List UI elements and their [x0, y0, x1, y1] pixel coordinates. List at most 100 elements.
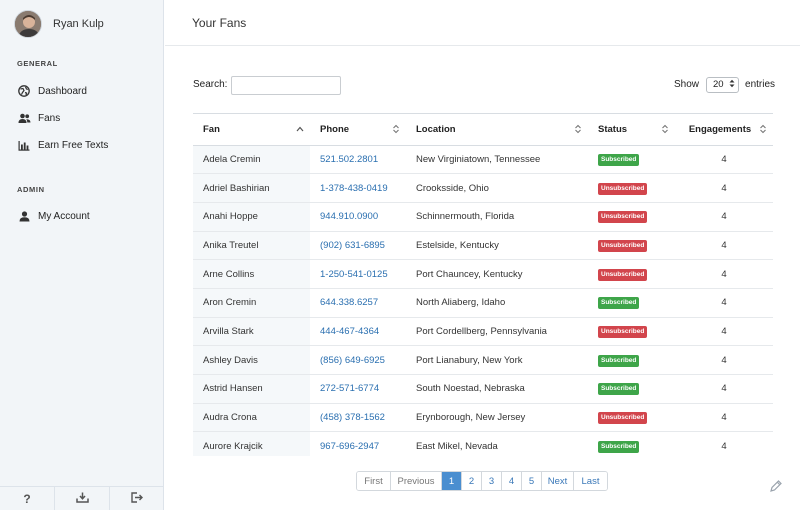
table-row: Arne Collins 1-250-541-0125 Port Chauncey,…	[193, 259, 773, 289]
user-profile[interactable]: Ryan Kulp	[14, 9, 104, 39]
engagements-cell: 4	[675, 231, 773, 261]
phone-link[interactable]: 521.502.2801	[310, 145, 406, 175]
pencil-icon[interactable]	[769, 479, 783, 496]
column-header-fan[interactable]: Fan	[193, 114, 310, 146]
search-input[interactable]	[231, 76, 341, 95]
column-header-phone[interactable]: Phone	[310, 114, 406, 146]
status-cell: Unsubscribed	[588, 259, 675, 289]
download-button[interactable]	[55, 487, 110, 510]
sidebar-item-dashboard[interactable]: Dashboard	[17, 83, 87, 99]
table-row: Aurore Krajcik 967-696-2947 East Mikel, Ne…	[193, 431, 773, 456]
phone-link[interactable]: 444-467-4364	[310, 317, 406, 347]
engagements-cell: 4	[675, 317, 773, 347]
user-name: Ryan Kulp	[53, 18, 104, 30]
column-header-location[interactable]: Location	[406, 114, 588, 146]
fans-table: Fan Phone Location Status Engagements Ad…	[193, 114, 773, 456]
engagements-cell: 4	[675, 288, 773, 318]
status-cell: Subscribed	[588, 374, 675, 404]
phone-link[interactable]: (856) 649-6925	[310, 345, 406, 375]
phone-link[interactable]: (902) 631-6895	[310, 231, 406, 261]
status-badge: Subscribed	[598, 354, 640, 367]
sidebar-item-earn-free-texts[interactable]: Earn Free Texts	[17, 137, 108, 153]
fan-name-cell: Audra Crona	[193, 403, 310, 433]
status-badge: Subscribed	[598, 297, 640, 310]
entries-label: entries	[745, 79, 776, 90]
column-header-label: Location	[416, 123, 456, 135]
status-badge: Subscribed	[598, 153, 640, 166]
engagements-cell: 4	[675, 145, 773, 175]
table-row: Anika Treutel (902) 631-6895 Estelside, Ke…	[193, 231, 773, 261]
fans-table-container: Fan Phone Location Status Engagements Ad…	[193, 113, 773, 456]
logout-icon	[131, 491, 143, 506]
sidebar-item-label: Dashboard	[38, 85, 87, 97]
section-label-admin: ADMIN	[17, 185, 45, 194]
phone-link[interactable]: (458) 378-1562	[310, 403, 406, 433]
column-header-status[interactable]: Status	[588, 114, 675, 146]
column-header-label: Phone	[320, 123, 350, 135]
status-badge: Unsubscribed	[598, 268, 648, 281]
sort-both-icon	[574, 124, 582, 137]
location-cell: Crooksside, Ohio	[406, 173, 588, 203]
page-button-3[interactable]: 3	[482, 472, 502, 490]
phone-link[interactable]: 272-571-6774	[310, 374, 406, 404]
sort-both-icon	[392, 124, 400, 137]
sidebar-footer: ?	[0, 486, 164, 510]
page-button-5[interactable]: 5	[522, 472, 542, 490]
fan-name-cell: Adela Cremin	[193, 145, 310, 175]
phone-link[interactable]: 1-378-438-0419	[310, 173, 406, 203]
help-button[interactable]: ?	[0, 487, 55, 510]
table-header-row: Fan Phone Location Status Engagements	[193, 114, 773, 146]
location-cell: Port Chauncey, Kentucky	[406, 259, 588, 289]
sidebar-item-label: My Account	[38, 210, 90, 222]
bar-chart-icon	[17, 138, 31, 152]
entries-length-control: Show 20 entries	[674, 76, 775, 93]
fan-name-cell: Arvilla Stark	[193, 317, 310, 347]
status-cell: Unsubscribed	[588, 173, 675, 203]
pagination: First Previous 1 2 3 4 5 Next Last	[356, 471, 608, 491]
location-cell: New Virginiatown, Tennessee	[406, 145, 588, 175]
show-label: Show	[674, 79, 700, 90]
help-icon: ?	[23, 491, 31, 506]
location-cell: Erynborough, New Jersey	[406, 403, 588, 433]
entries-select-value: 20	[713, 79, 724, 90]
sort-asc-icon	[296, 124, 304, 137]
logout-button[interactable]	[110, 487, 164, 510]
table-row: Adela Cremin 521.502.2801 New Virginiatown…	[193, 145, 773, 175]
main-header: Your Fans	[165, 0, 800, 46]
location-cell: Schinnermouth, Florida	[406, 202, 588, 232]
status-cell: Unsubscribed	[588, 403, 675, 433]
phone-link[interactable]: 967-696-2947	[310, 431, 406, 456]
fan-name-cell: Arne Collins	[193, 259, 310, 289]
page-button-4[interactable]: 4	[502, 472, 522, 490]
sidebar-item-label: Fans	[38, 112, 61, 124]
location-cell: North Aliaberg, Idaho	[406, 288, 588, 318]
engagements-cell: 4	[675, 259, 773, 289]
page-button-1[interactable]: 1	[442, 472, 462, 490]
status-badge: Subscribed	[598, 440, 640, 453]
fan-name-cell: Anika Treutel	[193, 231, 310, 261]
engagements-cell: 4	[675, 202, 773, 232]
status-cell: Subscribed	[588, 145, 675, 175]
status-cell: Subscribed	[588, 288, 675, 318]
sidebar-item-fans[interactable]: Fans	[17, 110, 60, 126]
engagements-cell: 4	[675, 374, 773, 404]
engagements-cell: 4	[675, 345, 773, 375]
phone-link[interactable]: 1-250-541-0125	[310, 259, 406, 289]
page-button-2[interactable]: 2	[462, 472, 482, 490]
location-cell: Estelside, Kentucky	[406, 231, 588, 261]
table-row: Arvilla Stark 444-467-4364 Port Cordellber…	[193, 317, 773, 347]
status-badge: Subscribed	[598, 383, 640, 396]
column-header-engagements[interactable]: Engagements	[675, 114, 773, 146]
entries-select[interactable]: 20	[706, 76, 740, 93]
page-button-first[interactable]: First	[357, 472, 391, 490]
phone-link[interactable]: 644.338.6257	[310, 288, 406, 318]
sidebar-item-my-account[interactable]: My Account	[17, 208, 90, 224]
phone-link[interactable]: 944.910.0900	[310, 202, 406, 232]
page-button-last[interactable]: Last	[574, 472, 607, 490]
page-button-next[interactable]: Next	[542, 472, 574, 490]
sidebar: Ryan Kulp GENERAL Dashboard Fans Earn Fr…	[0, 0, 164, 510]
page-button-previous[interactable]: Previous	[391, 472, 442, 490]
fan-name-cell: Astrid Hansen	[193, 374, 310, 404]
search-label: Search:	[193, 79, 228, 90]
fan-name-cell: Ashley Davis	[193, 345, 310, 375]
